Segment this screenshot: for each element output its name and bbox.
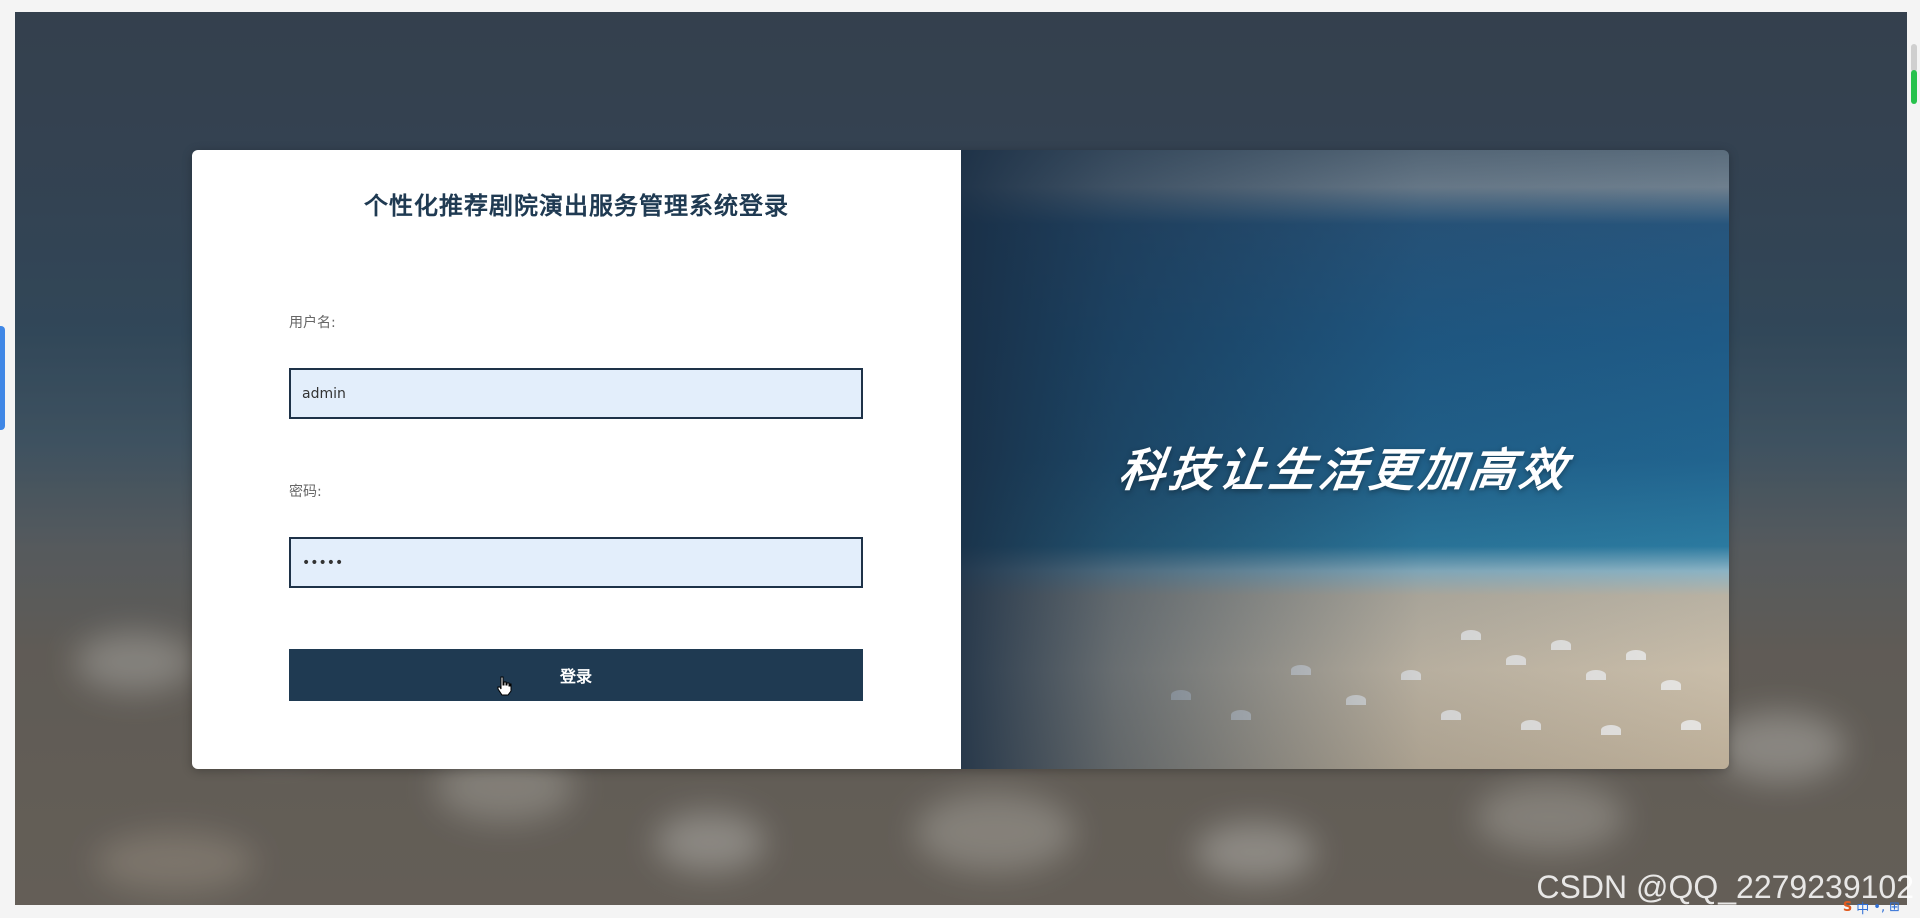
hand-cursor-icon [497,676,512,696]
password-input[interactable] [289,537,863,588]
login-card: 个性化推荐剧院演出服务管理系统登录 用户名: 密码: 登录 科技让生活更 [192,150,1729,769]
ime-grid-icon[interactable]: ⊞ [1889,900,1900,915]
login-form: 个性化推荐剧院演出服务管理系统登录 用户名: 密码: 登录 [192,150,961,769]
ime-mode[interactable]: 中 [1856,898,1869,917]
login-page: 个性化推荐剧院演出服务管理系统登录 用户名: 密码: 登录 科技让生活更 [0,0,1920,918]
scrollbar-thumb[interactable] [1911,44,1917,72]
side-drawer-handle[interactable] [0,326,5,430]
ime-punct[interactable]: •, [1873,900,1885,915]
banner-slogan: 科技让生活更加高效 [1115,443,1574,497]
ime-toolbar[interactable]: S 中 •, ⊞ [1842,898,1900,917]
username-input[interactable] [289,368,863,419]
login-title: 个性化推荐剧院演出服务管理系统登录 [364,192,789,220]
login-button[interactable]: 登录 [289,649,863,701]
scrollbar-indicator [1911,70,1917,104]
username-label: 用户名: [289,315,336,331]
banner-image: 科技让生活更加高效 [961,150,1729,769]
password-label: 密码: [289,484,322,500]
sogou-logo-icon: S [1842,899,1853,915]
